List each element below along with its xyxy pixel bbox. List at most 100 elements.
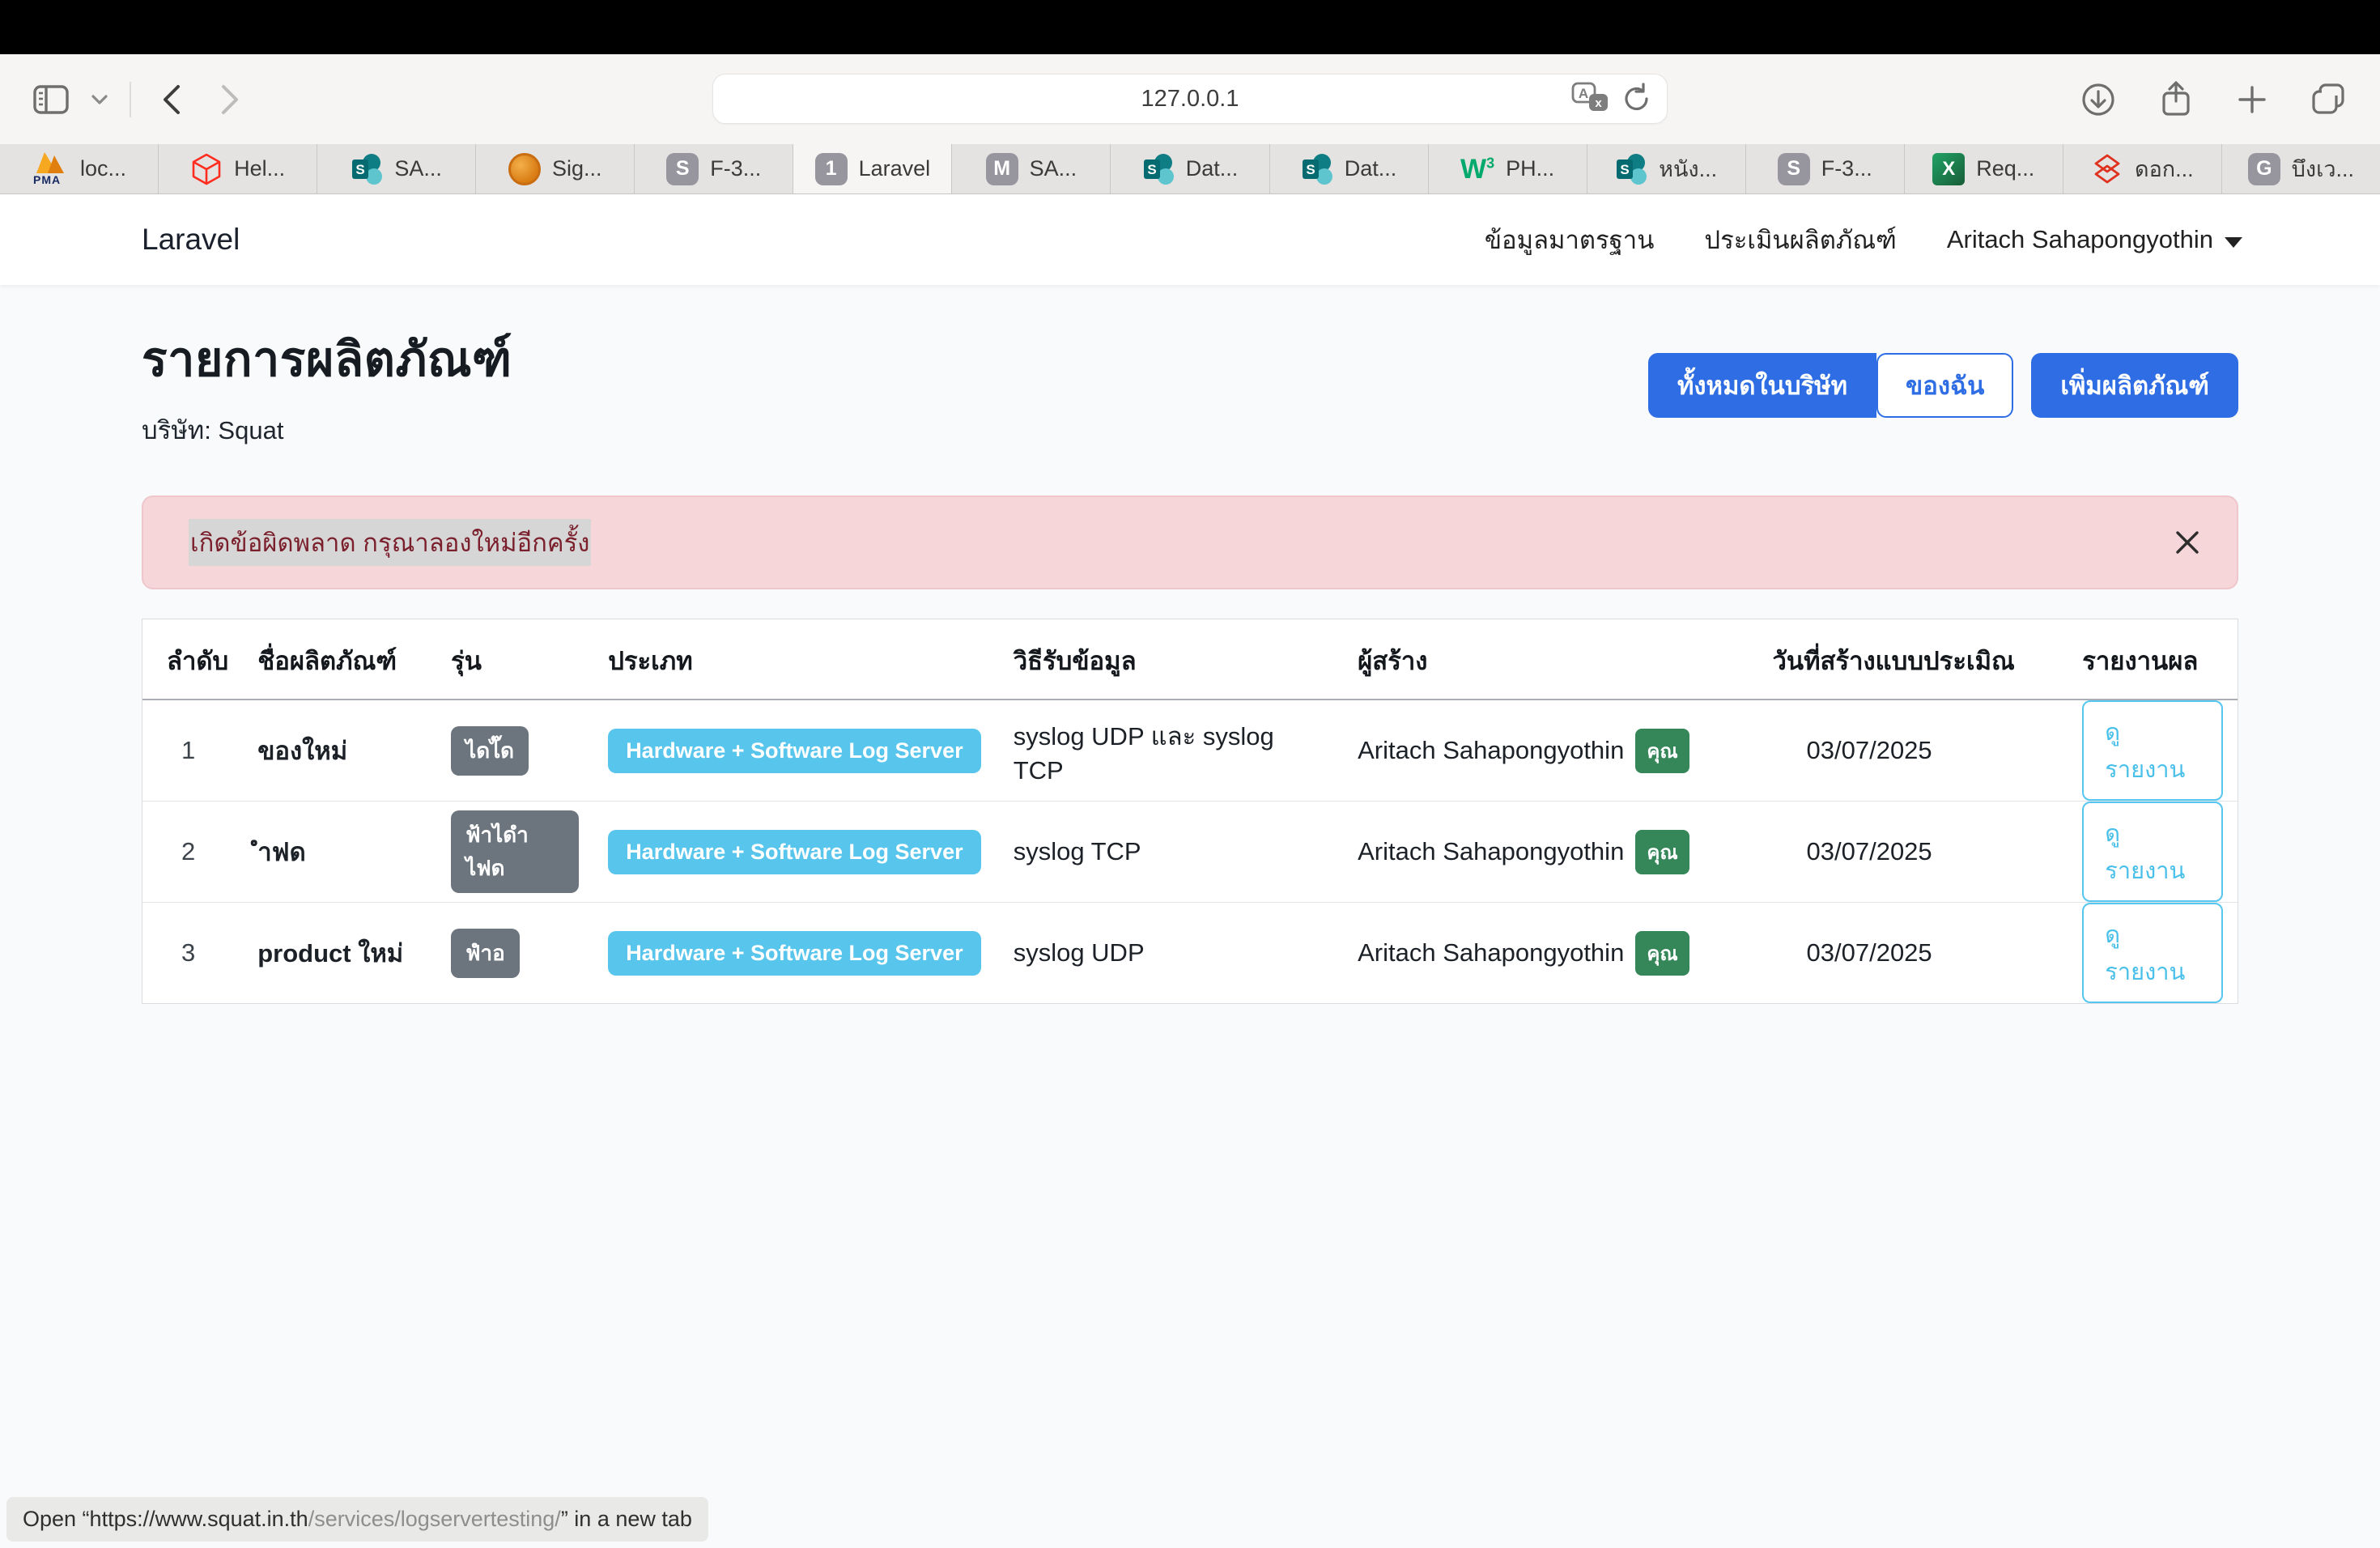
tab-dok[interactable]: ดอก... [2063,144,2222,194]
tab-dat-2[interactable]: S Dat... [1270,144,1429,194]
chevron-down-icon [2225,237,2242,248]
tab-f3-2[interactable]: S F-3... [1746,144,1905,194]
tab-sig[interactable]: Sig... [476,144,635,194]
view-report-button[interactable]: ดูรายงาน [2082,903,2223,1003]
seal-icon [508,153,541,185]
letter-badge-icon: S [666,153,699,185]
reload-icon[interactable] [1621,83,1652,115]
status-link-host: https://www.squat.in.th [90,1507,308,1531]
tab-excel-req[interactable]: X Req... [1905,144,2063,194]
downloads-icon[interactable] [2080,82,2116,117]
new-tab-icon[interactable] [2236,83,2268,116]
type-badge: Hardware + Software Log Server [608,830,980,874]
svg-text:S: S [356,162,365,177]
tab-w3schools[interactable]: W3 PH... [1429,144,1587,194]
header-method: วิธีรับข้อมูล [999,619,1343,700]
creator-name: Aritach Sahapongyothin [1358,938,1624,968]
filter-mine-button[interactable]: ของฉัน [1876,353,2013,418]
sharepoint-icon: S [1615,153,1647,185]
tab-sharepoint-sa[interactable]: S SA... [317,144,476,194]
table-row: 3 product ใหม่ ฟำอ Hardware + Software L… [142,903,2238,1004]
header-creator: ผู้สร้าง [1343,619,1757,700]
error-alert: เกิดข้อผิดพลาด กรุณาลองใหม่อีกครั้ง [142,495,2238,589]
menu-bar [0,0,2380,54]
type-badge: Hardware + Software Log Server [608,729,980,773]
date-cell: 03/07/2025 [1758,802,2068,903]
filter-all-button[interactable]: ทั้งหมดในบริษัท [1648,353,1876,418]
laravel-icon [190,152,223,186]
sharepoint-icon: S [1301,153,1333,185]
letter-badge-icon: 1 [815,153,848,185]
row-index: 2 [142,802,243,903]
method-cell: syslog UDP [999,903,1343,1004]
sidebar-toggle-icon[interactable] [32,83,70,116]
excel-icon: X [1932,153,1965,185]
tab-overview-icon[interactable] [2310,82,2348,117]
forward-icon[interactable] [219,83,243,117]
row-index: 1 [142,700,243,802]
header-report: รายงานผล [2068,619,2238,700]
add-product-button[interactable]: เพิ่มผลิตภัณฑ์ [2031,353,2238,418]
tab-sa-m[interactable]: M SA... [952,144,1111,194]
page-title: รายการผลิตภัณฑ์ [142,321,512,397]
product-table: ลำดับ ชื่อผลิตภัณฑ์ รุ่น ประเภท วิธีรับข… [142,619,2238,1003]
header-name: ชื่อผลิตภัณฑ์ [243,619,436,700]
product-table-card: ลำดับ ชื่อผลิตภัณฑ์ รุ่น ประเภท วิธีรับข… [142,619,2238,1004]
sidebar-chevron-down-icon[interactable] [91,93,108,106]
svg-text:A: A [1579,86,1588,101]
tab-f3-1[interactable]: S F-3... [635,144,793,194]
you-badge: คุณ [1635,729,1689,773]
phpmyadmin-icon: PMA [32,152,69,186]
user-menu[interactable]: Aritach Sahapongyothin [1947,225,2242,254]
method-cell: syslog TCP [999,802,1343,903]
tab-bueng[interactable]: G บึงเว... [2222,144,2380,194]
status-link-path: /services/logservertesting/ [308,1507,561,1531]
model-badge: ฟ้าไดำไฟด [451,810,579,893]
status-bar-link-preview: Open “https://www.squat.in.th/services/l… [6,1497,708,1542]
address-bar[interactable]: 127.0.0.1 Ax [712,74,1668,124]
letter-badge-icon: G [2248,153,2280,185]
tab-dat-1[interactable]: S Dat... [1111,144,1269,194]
w3schools-icon: W3 [1460,155,1494,183]
tab-laravel-help[interactable]: Hel... [159,144,317,194]
type-badge: Hardware + Software Log Server [608,931,980,976]
translate-icon[interactable]: Ax [1571,82,1610,116]
view-report-button[interactable]: ดูรายงาน [2082,802,2223,902]
close-icon[interactable] [2174,529,2201,556]
model-badge: ฟำอ [451,929,520,978]
tab-sharepoint-thai[interactable]: S หนัง... [1587,144,1746,194]
user-name: Aritach Sahapongyothin [1947,225,2213,254]
table-row: 2 ําฟด ฟ้าไดำไฟด Hardware + Software Log… [142,802,2238,903]
nav-standard-data[interactable]: ข้อมูลมาตรฐาน [1485,219,1655,260]
svg-text:S: S [1621,162,1630,177]
header-model: รุ่น [436,619,593,700]
tab-strip: PMA loc... Hel... S SA... Sig... S F-3..… [0,144,2380,194]
product-name: product ใหม่ [243,903,436,1004]
stacked-diamonds-icon [2091,152,2123,186]
letter-badge-icon: M [986,153,1018,185]
share-icon[interactable] [2158,80,2194,119]
method-cell: syslog UDP และ syslog TCP [999,700,1343,802]
product-name: ําฟด [243,802,436,903]
view-report-button[interactable]: ดูรายงาน [2082,700,2223,801]
header-index: ลำดับ [142,619,243,700]
table-header-row: ลำดับ ชื่อผลิตภัณฑ์ รุ่น ประเภท วิธีรับข… [142,619,2238,700]
tab-laravel-active[interactable]: 1 Laravel [793,144,952,194]
header-type: ประเภท [593,619,999,700]
date-cell: 03/07/2025 [1758,903,2068,1004]
header-date: วันที่สร้างแบบประเมิณ [1758,619,2068,700]
svg-text:S: S [1306,162,1315,177]
nav-evaluate-product[interactable]: ประเมินผลิตภัณฑ์ [1704,219,1896,260]
creator-name: Aritach Sahapongyothin [1358,736,1624,765]
brand-laravel[interactable]: Laravel [142,223,240,257]
toolbar-separator [130,82,131,117]
tab-localhost[interactable]: PMA loc... [0,144,159,194]
product-name: ของใหม่ [243,700,436,802]
url-text: 127.0.0.1 [1141,86,1239,113]
filter-button-group: ทั้งหมดในบริษัท ของฉัน [1648,353,2013,418]
row-index: 3 [142,903,243,1004]
svg-text:S: S [1147,162,1156,177]
back-icon[interactable] [159,83,183,117]
creator-name: Aritach Sahapongyothin [1358,837,1624,866]
model-badge: ไดไ๊ด [451,726,529,776]
